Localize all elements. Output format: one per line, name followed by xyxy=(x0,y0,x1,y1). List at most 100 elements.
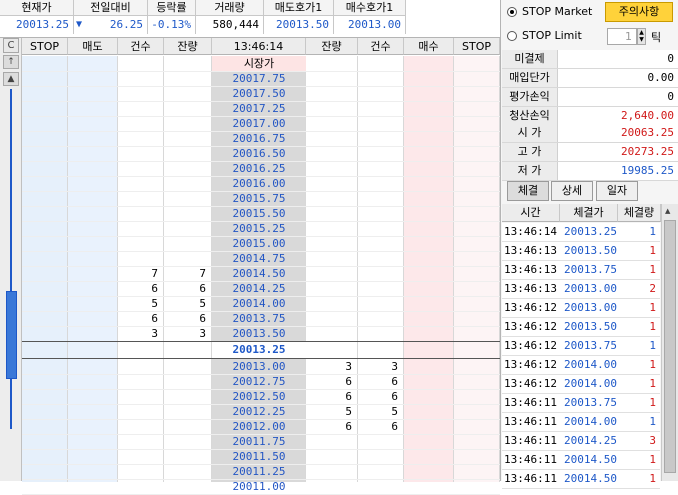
sell-qty[interactable] xyxy=(164,71,212,86)
sell-count[interactable] xyxy=(118,206,164,221)
sell-price[interactable]: 20016.00 xyxy=(212,176,306,191)
sell-count[interactable] xyxy=(118,251,164,266)
sell-price[interactable]: 20017.75 xyxy=(212,71,306,86)
trade-row[interactable]: 13:46:13 20013.00 2 xyxy=(502,280,660,299)
sell-qty[interactable]: 5 xyxy=(164,296,212,311)
stop-limit-radio[interactable] xyxy=(507,31,517,41)
sell-price[interactable]: 20015.00 xyxy=(212,236,306,251)
sell-price[interactable]: 20017.25 xyxy=(212,101,306,116)
buy-price[interactable]: 20012.50 xyxy=(212,389,306,404)
sell-qty[interactable] xyxy=(164,101,212,116)
sell-count[interactable]: 5 xyxy=(118,296,164,311)
buy-count[interactable] xyxy=(358,479,404,494)
market-price-row[interactable]: 시장가 xyxy=(212,56,306,71)
trade-row[interactable]: 13:46:13 20013.75 1 xyxy=(502,261,660,280)
trade-row[interactable]: 13:46:12 20014.00 1 xyxy=(502,375,660,394)
buy-qty[interactable]: 3 xyxy=(306,359,358,374)
sell-count[interactable]: 6 xyxy=(118,281,164,296)
sell-price[interactable]: 20017.50 xyxy=(212,86,306,101)
buy-count[interactable]: 3 xyxy=(358,359,404,374)
tab-1[interactable]: 상세 xyxy=(551,181,593,201)
sell-count[interactable] xyxy=(118,176,164,191)
sell-qty[interactable] xyxy=(164,236,212,251)
buy-price[interactable]: 20013.00 xyxy=(212,359,306,374)
sell-count[interactable] xyxy=(118,146,164,161)
trade-row[interactable]: 13:46:13 20013.50 1 xyxy=(502,242,660,261)
buy-price[interactable]: 20011.00 xyxy=(212,479,306,494)
sell-price[interactable]: 20016.50 xyxy=(212,146,306,161)
buy-count[interactable]: 6 xyxy=(358,419,404,434)
sell-qty[interactable] xyxy=(164,191,212,206)
buy-qty[interactable]: 6 xyxy=(306,419,358,434)
sell-count[interactable]: 6 xyxy=(118,311,164,326)
sell-price[interactable]: 20014.00 xyxy=(212,296,306,311)
trade-row[interactable]: 13:46:11 20013.75 1 xyxy=(502,394,660,413)
sell-price[interactable]: 20014.75 xyxy=(212,251,306,266)
trade-row[interactable]: 13:46:12 20013.00 1 xyxy=(502,299,660,318)
stop-market-radio[interactable] xyxy=(507,7,517,17)
trade-row[interactable]: 13:46:11 20014.50 1 xyxy=(502,451,660,470)
sell-count[interactable] xyxy=(118,116,164,131)
buy-qty[interactable] xyxy=(306,479,358,494)
sell-qty[interactable] xyxy=(164,131,212,146)
trades-scrollbar[interactable]: ▲ xyxy=(661,204,678,481)
buy-price[interactable]: 20012.75 xyxy=(212,374,306,389)
buy-price[interactable]: 20011.75 xyxy=(212,434,306,449)
sell-qty[interactable] xyxy=(164,221,212,236)
buy-qty[interactable]: 5 xyxy=(306,404,358,419)
trade-row[interactable]: 13:46:11 20014.25 3 xyxy=(502,432,660,451)
sell-qty[interactable] xyxy=(164,86,212,101)
sell-price[interactable]: 20013.50 xyxy=(212,326,306,341)
sell-price[interactable]: 20014.25 xyxy=(212,281,306,296)
buy-qty[interactable] xyxy=(306,449,358,464)
sell-qty[interactable] xyxy=(164,161,212,176)
tab-2[interactable]: 일자 xyxy=(596,181,638,201)
trade-row[interactable]: 13:46:14 20013.25 1 xyxy=(502,223,660,242)
sell-qty[interactable] xyxy=(164,206,212,221)
sell-qty[interactable]: 7 xyxy=(164,266,212,281)
sell-count[interactable] xyxy=(118,71,164,86)
buy-count[interactable] xyxy=(358,449,404,464)
buy-count[interactable]: 6 xyxy=(358,374,404,389)
sell-qty[interactable]: 6 xyxy=(164,311,212,326)
trade-row[interactable]: 13:46:12 20014.00 1 xyxy=(502,356,660,375)
buy-price[interactable]: 20012.00 xyxy=(212,419,306,434)
sell-count[interactable] xyxy=(118,131,164,146)
sell-price[interactable]: 20016.75 xyxy=(212,131,306,146)
sell-count[interactable] xyxy=(118,236,164,251)
sell-qty[interactable] xyxy=(164,146,212,161)
buy-qty[interactable] xyxy=(306,464,358,479)
trade-row[interactable]: 13:46:11 20014.50 1 xyxy=(502,470,660,489)
sell-count[interactable] xyxy=(118,191,164,206)
trade-row[interactable]: 13:46:11 20014.00 1 xyxy=(502,413,660,432)
trade-row[interactable]: 13:46:12 20013.75 1 xyxy=(502,337,660,356)
trades-scroll-thumb[interactable] xyxy=(664,220,676,473)
sell-count[interactable]: 3 xyxy=(118,326,164,341)
sell-price[interactable]: 20015.75 xyxy=(212,191,306,206)
sell-price[interactable]: 20014.50 xyxy=(212,266,306,281)
buy-price[interactable]: 20011.25 xyxy=(212,464,306,479)
sell-count[interactable] xyxy=(118,221,164,236)
buy-count[interactable]: 5 xyxy=(358,404,404,419)
buy-count[interactable] xyxy=(358,464,404,479)
tick-stepper[interactable]: ▲ ▼ xyxy=(637,28,646,45)
sell-price[interactable]: 20015.50 xyxy=(212,206,306,221)
sell-qty[interactable]: 6 xyxy=(164,281,212,296)
buy-price[interactable]: 20012.25 xyxy=(212,404,306,419)
buy-price[interactable]: 20011.50 xyxy=(212,449,306,464)
sell-qty[interactable]: 3 xyxy=(164,326,212,341)
sell-price[interactable]: 20015.25 xyxy=(212,221,306,236)
scroll-up-icon[interactable]: ▲ xyxy=(665,207,670,215)
buy-count[interactable]: 6 xyxy=(358,389,404,404)
warning-button[interactable]: 주의사항 xyxy=(605,2,673,22)
buy-count[interactable] xyxy=(358,434,404,449)
sell-qty[interactable] xyxy=(164,116,212,131)
sell-price[interactable]: 20016.25 xyxy=(212,161,306,176)
buy-qty[interactable]: 6 xyxy=(306,374,358,389)
sell-qty[interactable] xyxy=(164,176,212,191)
sell-qty[interactable] xyxy=(164,251,212,266)
buy-qty[interactable]: 6 xyxy=(306,389,358,404)
sell-price[interactable]: 20013.75 xyxy=(212,311,306,326)
sell-count[interactable]: 7 xyxy=(118,266,164,281)
buy-qty[interactable] xyxy=(306,434,358,449)
